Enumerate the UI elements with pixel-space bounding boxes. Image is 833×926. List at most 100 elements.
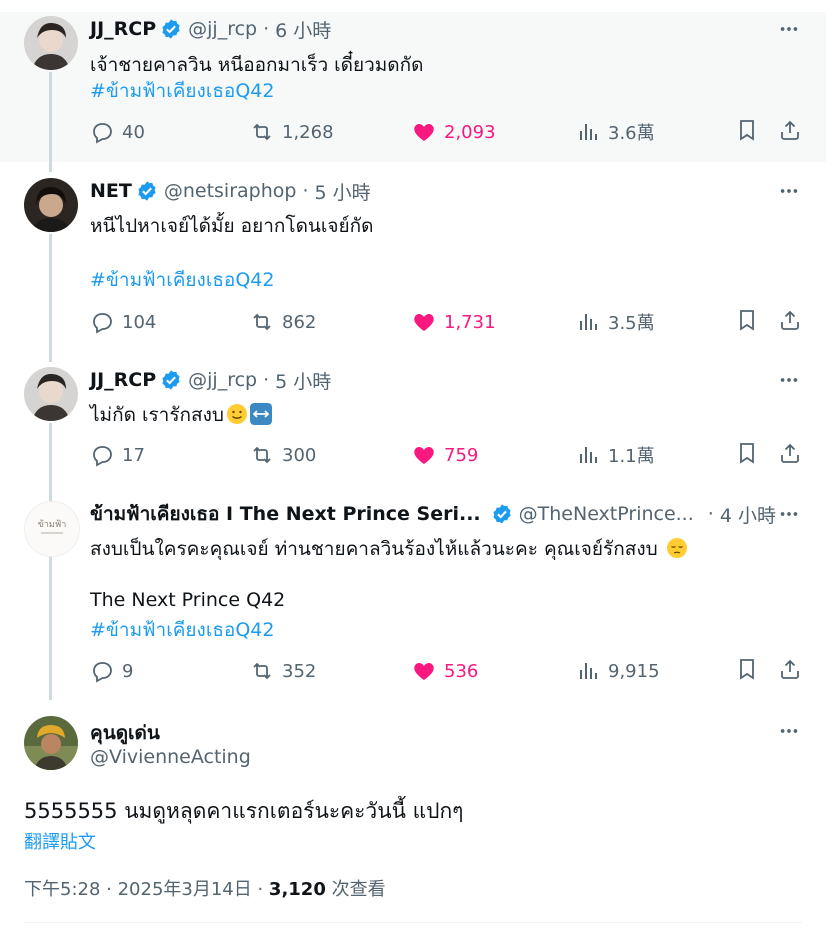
share-icon[interactable] <box>778 118 802 142</box>
bookmark-icon[interactable] <box>735 657 759 681</box>
display-name[interactable]: JJ_RCP <box>90 18 156 40</box>
repost-button[interactable]: 862 <box>250 308 316 336</box>
like-count: 759 <box>444 444 479 466</box>
hashtag-link[interactable]: #ข้ามฟ้าเคียงเธอQ42 <box>90 265 274 295</box>
divider <box>24 922 802 923</box>
tweet-text: หนีไปหาเจย์ได้มั้ย อยากโดนเจย์กัด <box>90 215 374 237</box>
reply-button[interactable]: 9 <box>90 657 133 685</box>
reply-count: 17 <box>122 444 145 466</box>
views-icon <box>580 314 597 330</box>
display-name[interactable]: JJ_RCP <box>90 369 156 391</box>
thread-line <box>49 234 52 362</box>
tweet-actions: 104 862 1,731 3.5萬 <box>90 308 806 336</box>
tweet-text-line: The Next Prince Q42 <box>90 589 286 611</box>
bookmark-icon[interactable] <box>735 118 759 142</box>
handle[interactable]: @netsiraphop <box>164 180 297 202</box>
more-icon[interactable] <box>778 720 800 742</box>
display-name[interactable]: คุนดูเด่น <box>90 718 160 748</box>
avatar[interactable]: ข้ามฟ้า <box>24 501 80 557</box>
reply-button[interactable]: 17 <box>90 441 145 469</box>
repost-count: 300 <box>282 444 317 466</box>
reply-icon <box>93 446 112 467</box>
verified-badge-icon <box>138 181 156 201</box>
more-icon[interactable] <box>778 18 800 40</box>
translate-link[interactable]: 翻譯貼文 <box>24 828 96 854</box>
hashtag-link[interactable]: #ข้ามฟ้าเคียงเธอQ42 <box>90 76 274 106</box>
like-button[interactable]: 759 <box>412 441 478 469</box>
views-count: 1.1萬 <box>608 446 655 467</box>
avatar[interactable] <box>24 367 78 421</box>
avatar[interactable] <box>24 178 78 232</box>
share-icon[interactable] <box>778 308 802 332</box>
left-right-arrow-emoji-icon <box>249 403 272 425</box>
reply-button[interactable]: 104 <box>90 308 156 336</box>
share-icon[interactable] <box>778 441 802 465</box>
tweet-header: ข้ามฟ้าเคียงเธอ I The Next Prince Seri..… <box>90 501 780 527</box>
views-count: 3.6萬 <box>608 123 655 144</box>
reply-button[interactable]: 40 <box>90 118 145 146</box>
timestamp[interactable]: 4 小時 <box>720 501 776 528</box>
timestamp[interactable]: 6 小時 <box>275 16 331 43</box>
like-count: 536 <box>444 660 479 682</box>
heart-icon <box>414 124 434 141</box>
repost-icon <box>253 662 271 680</box>
share-icon[interactable] <box>778 657 802 681</box>
like-button[interactable]: 536 <box>412 657 478 685</box>
more-icon[interactable] <box>778 180 800 202</box>
repost-button[interactable]: 300 <box>250 441 316 469</box>
pensive-face-emoji-icon <box>666 538 687 558</box>
verified-badge-icon <box>162 370 180 390</box>
views-label: 次查看 <box>325 879 386 900</box>
views-button[interactable]: 1.1萬 <box>576 441 655 469</box>
repost-icon <box>253 123 271 141</box>
bookmark-icon[interactable] <box>735 308 759 332</box>
reply-icon <box>93 123 112 144</box>
tweet-header: JJ_RCP @jj_rcp · 5 小時 <box>90 367 331 393</box>
post-timestamp[interactable]: 下午5:28 · 2025年3月14日 · <box>24 879 269 900</box>
tweet-header: JJ_RCP @jj_rcp · 6 小時 <box>90 16 331 42</box>
heart-icon <box>414 314 434 331</box>
reply-count: 40 <box>122 121 145 143</box>
views-icon <box>580 124 597 140</box>
like-count: 2,093 <box>444 121 496 143</box>
hashtag-link[interactable]: #ข้ามฟ้าเคียงเธอQ42 <box>90 615 274 645</box>
views-count: 9,915 <box>608 660 660 682</box>
heart-icon <box>414 663 434 680</box>
display-name[interactable]: NET <box>90 180 132 202</box>
main-tweet-text: 5555555 นมดูหลุดคาแรกเตอร์นะคะวันนี้ แปก… <box>24 799 464 823</box>
like-button[interactable]: 2,093 <box>412 118 496 146</box>
reply-count: 9 <box>122 660 134 682</box>
views-button[interactable]: 9,915 <box>576 657 660 685</box>
views-count: 3,120 <box>268 879 326 900</box>
more-icon[interactable] <box>778 369 800 391</box>
repost-button[interactable]: 352 <box>250 657 316 685</box>
smiling-face-emoji-icon <box>226 404 247 424</box>
handle[interactable]: @VivienneActing <box>90 746 251 768</box>
avatar[interactable] <box>24 716 78 770</box>
handle[interactable]: @jj_rcp <box>188 18 257 40</box>
verified-badge-icon <box>493 504 511 524</box>
views-icon <box>580 447 597 463</box>
tweet-text: สงบเป็นใครคะคุณเจย์ ท่านชายคาลวินร้องไห้… <box>90 534 688 564</box>
repost-button[interactable]: 1,268 <box>250 118 334 146</box>
more-icon[interactable] <box>778 503 800 525</box>
handle[interactable]: @TheNextPrince... <box>519 503 694 525</box>
handle[interactable]: @jj_rcp <box>188 369 257 391</box>
avatar[interactable] <box>24 16 78 70</box>
display-name[interactable]: ข้ามฟ้าเคียงเธอ I The Next Prince Seri..… <box>90 499 481 529</box>
views-button[interactable]: 3.6萬 <box>576 118 655 146</box>
tweet-meta: 下午5:28 · 2025年3月14日 · 3,120 次查看 <box>24 875 386 901</box>
timestamp[interactable]: 5 小時 <box>315 178 371 205</box>
like-button[interactable]: 1,731 <box>412 308 496 336</box>
thread-line <box>49 72 52 172</box>
repost-icon <box>253 446 271 464</box>
repost-count: 1,268 <box>282 121 334 143</box>
tweet-header: NET @netsiraphop · 5 小時 <box>90 178 371 204</box>
views-icon <box>580 663 597 679</box>
bookmark-icon[interactable] <box>735 441 759 465</box>
repost-count: 352 <box>282 660 317 682</box>
thread-line <box>49 557 52 700</box>
views-button[interactable]: 3.5萬 <box>576 308 655 336</box>
tweet-actions: 40 1,268 2,093 3.6萬 <box>90 118 806 146</box>
timestamp[interactable]: 5 小時 <box>275 367 331 394</box>
